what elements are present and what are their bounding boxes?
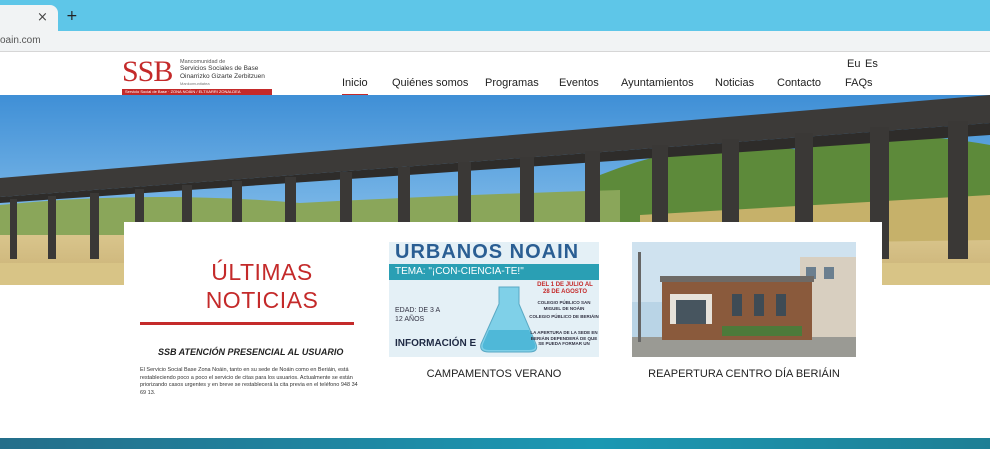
tab-close-icon[interactable]: × bbox=[37, 10, 48, 25]
heading-divider bbox=[140, 322, 354, 325]
nav-item-ayuntamientos[interactable]: Ayuntamientos bbox=[621, 77, 694, 89]
campamentos-poster-image[interactable]: URBANOS NOAIN TEMA: "¡CON-CIENCIA-TE!" E… bbox=[389, 242, 599, 357]
new-tab-icon[interactable]: + bbox=[66, 8, 78, 24]
news-body: El Servicio Social Base Zona Noáin, tant… bbox=[140, 367, 358, 396]
poster-info: INFORMACIÓN E bbox=[395, 338, 477, 349]
nav-item-quienes-somos[interactable]: Quiénes somos bbox=[392, 77, 468, 89]
latest-news-heading: ÚLTIMAS NOTICIAS bbox=[182, 258, 342, 314]
browser-window: × + oain.com SSB Mancomunidad de Servici… bbox=[0, 0, 990, 449]
news-title-link[interactable]: SSB ATENCIÓN PRESENCIAL AL USUARIO bbox=[158, 347, 358, 357]
logo-mark: SSB bbox=[122, 55, 173, 88]
nav-item-noticias[interactable]: Noticias bbox=[715, 77, 754, 89]
logo-line-4: Mankomunitatea bbox=[180, 81, 210, 86]
centro-dia-caption[interactable]: REAPERTURA CENTRO DÍA BERIÁIN bbox=[632, 368, 856, 380]
nav-item-inicio[interactable]: Inicio bbox=[342, 77, 368, 96]
latest-news-heading-line-2: NOTICIAS bbox=[205, 287, 319, 313]
poster-theme: TEMA: "¡CON-CIENCIA-TE!" bbox=[395, 266, 524, 277]
centro-dia-photo[interactable] bbox=[632, 242, 856, 357]
browser-tab[interactable]: × bbox=[0, 5, 58, 31]
site-logo[interactable]: SSB Mancomunidad de Servicios Sociales d… bbox=[122, 57, 272, 97]
nav-item-eventos[interactable]: Eventos bbox=[559, 77, 599, 89]
language-es-link[interactable]: Es bbox=[865, 58, 878, 70]
nav-item-programas[interactable]: Programas bbox=[485, 77, 539, 89]
url-text[interactable]: oain.com bbox=[0, 35, 41, 46]
poster-headline: URBANOS NOAIN bbox=[395, 242, 580, 263]
news-card: ÚLTIMAS NOTICIAS SSB ATENCIÓN PRESENCIAL… bbox=[124, 222, 882, 417]
logo-line-3: Oinarrizko Gizarte Zerbitzuen bbox=[180, 73, 265, 80]
footer-band bbox=[0, 438, 990, 449]
poster-note: LA APERTURA DE LA SEDE EN BERIÁIN DEPEND… bbox=[530, 330, 598, 346]
language-eu-link[interactable]: Eu bbox=[847, 58, 860, 70]
poster-age: EDAD: DE 3 A 12 AÑOS bbox=[395, 307, 440, 323]
poster-place-2: COLEGIO PÚBLICO DE BERIÁIN bbox=[529, 314, 599, 319]
poster-place-1: COLEGIO PÚBLICO SAN MIGUEL DE NOÁIN bbox=[537, 300, 591, 311]
nav-item-faqs[interactable]: FAQs bbox=[845, 77, 873, 89]
campamentos-caption[interactable]: CAMPAMENTOS VERANO bbox=[389, 368, 599, 380]
address-bar[interactable]: oain.com bbox=[0, 31, 990, 52]
tab-strip: × + bbox=[0, 0, 990, 31]
nav-item-contacto[interactable]: Contacto bbox=[777, 77, 821, 89]
logo-line-2: Servicios Sociales de Base bbox=[180, 65, 259, 72]
poster-dates: DEL 1 DE JULIO AL 28 DE AGOSTO bbox=[537, 282, 593, 295]
latest-news-heading-line-1: ÚLTIMAS bbox=[211, 259, 313, 285]
